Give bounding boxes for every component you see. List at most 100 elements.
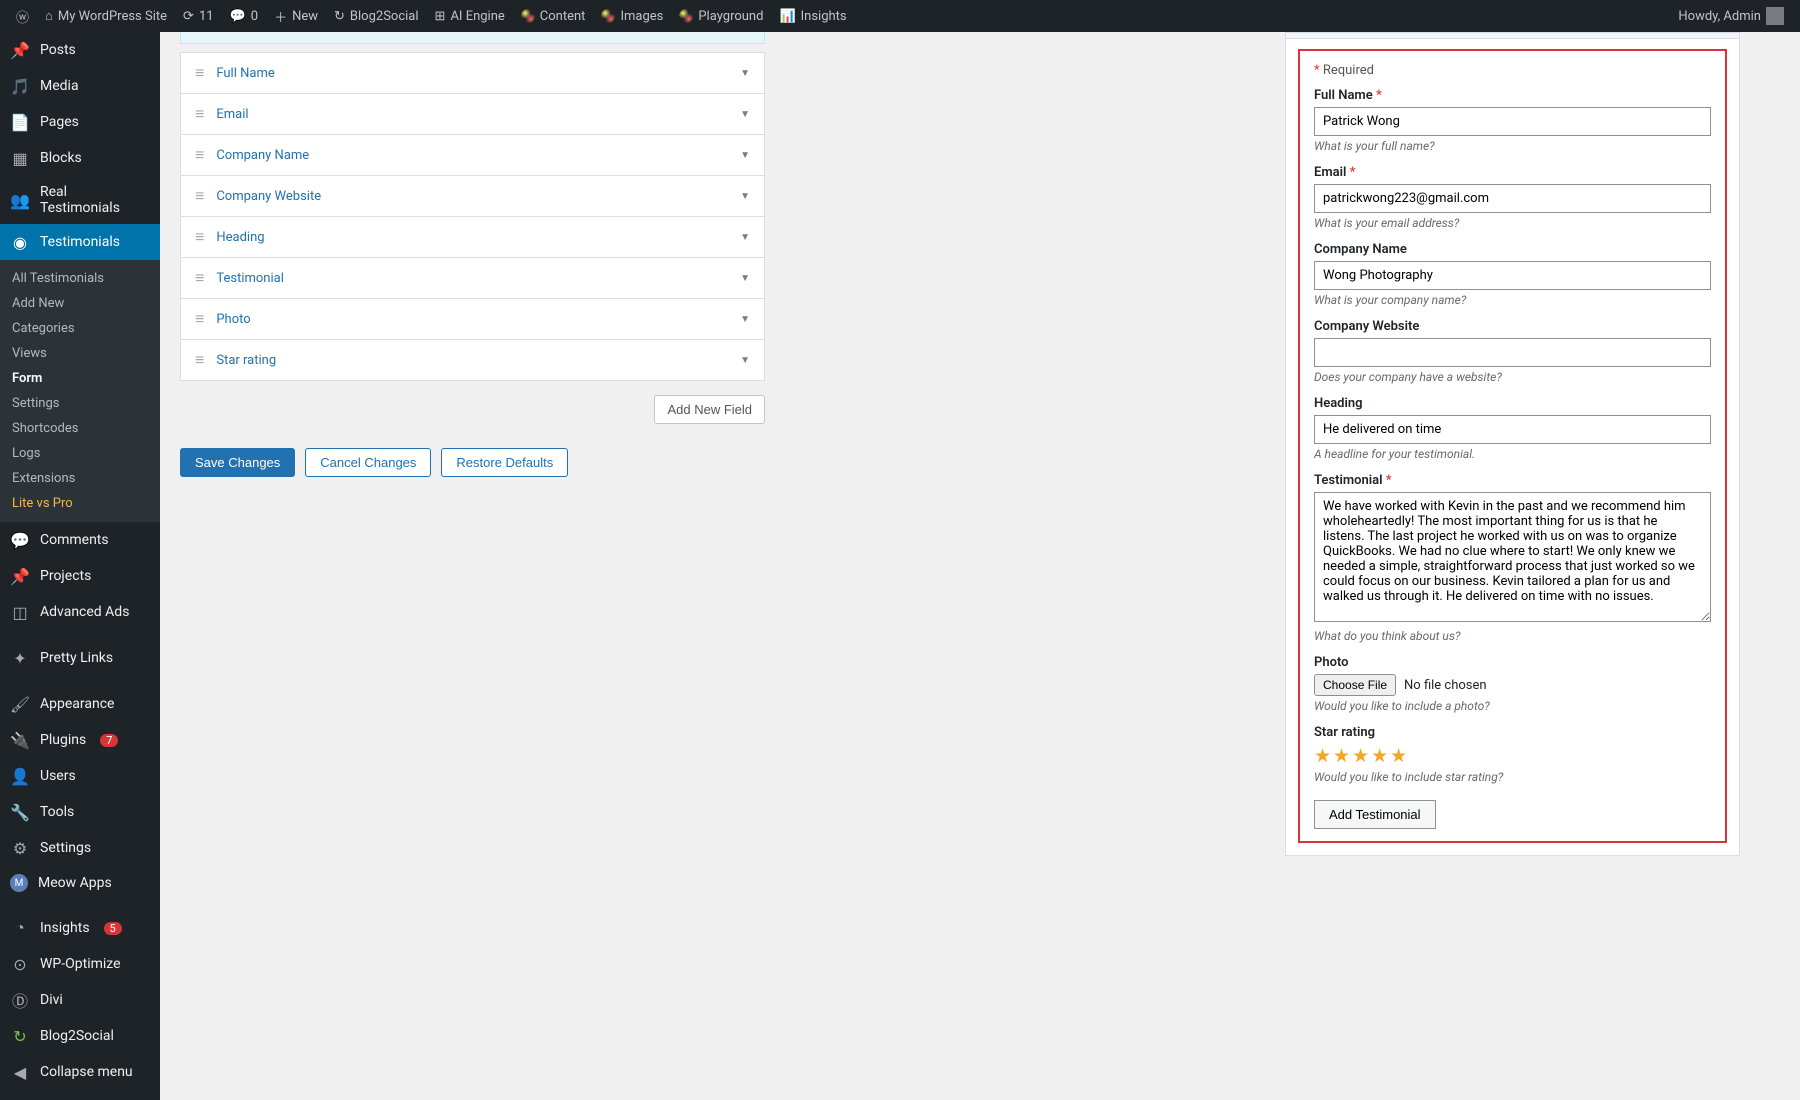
field-label: Full Name [216, 66, 274, 81]
submenu-add-new[interactable]: Add New [0, 291, 160, 316]
field-row[interactable]: ≡Star rating▼ [180, 339, 765, 381]
media-icon: 🎵 [10, 76, 30, 96]
menu-settings[interactable]: ⚙Settings [0, 830, 160, 866]
email-input[interactable] [1314, 184, 1711, 213]
menu-posts[interactable]: 📌Posts [0, 32, 160, 68]
menu-pretty-links[interactable]: ✦Pretty Links [0, 640, 160, 676]
brush-icon: 🖌 [10, 694, 30, 714]
insights-toolbar[interactable]: 📊Insights [771, 0, 854, 32]
menu-divi[interactable]: ⒹDivi [0, 982, 160, 1018]
company-website-input[interactable] [1314, 338, 1711, 367]
menu-real-testimonials[interactable]: 👥Real Testimonials [0, 176, 160, 224]
add-new-field-button[interactable]: Add New Field [654, 395, 765, 424]
testimonial-textarea[interactable] [1314, 492, 1711, 622]
menu-insights[interactable]: ◔Insights5 [0, 910, 160, 946]
ai-engine-toolbar[interactable]: ⊞AI Engine [427, 0, 513, 32]
drag-handle-icon[interactable]: ≡ [195, 268, 204, 288]
restore-defaults-button[interactable]: Restore Defaults [441, 448, 568, 477]
required-note: * Required [1314, 63, 1711, 78]
submenu-form[interactable]: Form [0, 366, 160, 391]
submenu-lite-vs-pro[interactable]: Lite vs Pro [0, 491, 160, 516]
dashboard-icon: ◉ [10, 232, 30, 252]
comments-link[interactable]: 💬0 [222, 0, 267, 32]
updates-link[interactable]: ⟳11 [175, 0, 222, 32]
admin-sidebar: 📌Posts 🎵Media 📄Pages ▦Blocks 👥Real Testi… [0, 32, 160, 1100]
drag-handle-icon[interactable]: ≡ [195, 350, 204, 370]
chevron-down-icon[interactable]: ▼ [740, 314, 750, 325]
choose-file-button[interactable]: Choose File [1314, 674, 1396, 696]
drag-handle-icon[interactable]: ≡ [195, 309, 204, 329]
company-name-input[interactable] [1314, 261, 1711, 290]
field-label: Photo [216, 312, 250, 327]
chevron-down-icon[interactable]: ▼ [740, 109, 750, 120]
menu-projects[interactable]: 📌Projects [0, 558, 160, 594]
menu-media[interactable]: 🎵Media [0, 68, 160, 104]
menu-appearance[interactable]: 🖌Appearance [0, 686, 160, 722]
menu-blocks[interactable]: ▦Blocks [0, 140, 160, 176]
menu-blog2social-side[interactable]: ↻Blog2Social [0, 1018, 160, 1054]
full-name-hint: What is your full name? [1314, 139, 1711, 153]
file-status: No file chosen [1404, 678, 1487, 693]
menu-advanced-ads[interactable]: ◫Advanced Ads [0, 594, 160, 630]
comment-icon: 💬 [10, 530, 30, 550]
company-website-hint: Does your company have a website? [1314, 370, 1711, 384]
add-testimonial-button[interactable]: Add Testimonial [1314, 800, 1436, 829]
menu-comments[interactable]: 💬Comments [0, 522, 160, 558]
submenu-all-testimonials[interactable]: All Testimonials [0, 266, 160, 291]
plugins-badge: 7 [100, 734, 118, 747]
main-content: ≡Full Name▼≡Email▼≡Company Name▼≡Company… [160, 32, 1800, 1100]
photo-label: Photo [1314, 655, 1711, 670]
new-content-link[interactable]: ＋New [266, 0, 326, 32]
field-row[interactable]: ≡ Full Name ▼ [180, 52, 765, 94]
submenu-shortcodes[interactable]: Shortcodes [0, 416, 160, 441]
field-label: Testimonial [216, 271, 284, 286]
blog2social-toolbar[interactable]: ↻Blog2Social [326, 0, 427, 32]
meow-icon: M [10, 874, 28, 892]
field-row[interactable]: ≡Company Name▼ [180, 134, 765, 176]
cancel-changes-button[interactable]: Cancel Changes [305, 448, 431, 477]
star-rating-input[interactable]: ★★★★★ [1314, 744, 1711, 767]
content-toolbar[interactable]: Content [513, 0, 594, 32]
menu-users[interactable]: 👤Users [0, 758, 160, 794]
save-changes-button[interactable]: Save Changes [180, 448, 295, 477]
menu-plugins[interactable]: 🔌Plugins7 [0, 722, 160, 758]
plugin-icon: 🔌 [10, 730, 30, 750]
chevron-down-icon[interactable]: ▼ [740, 68, 750, 79]
images-toolbar[interactable]: Images [593, 0, 671, 32]
submenu-logs[interactable]: Logs [0, 441, 160, 466]
menu-wp-optimize[interactable]: ⊙WP-Optimize [0, 946, 160, 982]
chevron-down-icon[interactable]: ▼ [740, 232, 750, 243]
star-icon: ✦ [10, 648, 30, 668]
drag-handle-icon[interactable]: ≡ [195, 227, 204, 247]
testimonial-hint: What do you think about us? [1314, 629, 1711, 643]
drag-handle-icon[interactable]: ≡ [195, 104, 204, 124]
chevron-down-icon[interactable]: ▼ [740, 355, 750, 366]
drag-handle-icon[interactable]: ≡ [195, 63, 204, 83]
submenu-extensions[interactable]: Extensions [0, 466, 160, 491]
playground-toolbar[interactable]: Playground [671, 0, 771, 32]
menu-pages[interactable]: 📄Pages [0, 104, 160, 140]
submenu-views[interactable]: Views [0, 341, 160, 366]
submenu-categories[interactable]: Categories [0, 316, 160, 341]
drag-handle-icon[interactable]: ≡ [195, 186, 204, 206]
field-row[interactable]: ≡Email▼ [180, 93, 765, 135]
field-row[interactable]: ≡ Testimonial ▼ [180, 257, 765, 299]
star-rating-label: Star rating [1314, 725, 1711, 740]
menu-meow-apps[interactable]: MMeow Apps [0, 866, 160, 900]
chevron-down-icon[interactable]: ▼ [740, 273, 750, 284]
chevron-down-icon[interactable]: ▼ [740, 191, 750, 202]
drag-handle-icon[interactable]: ≡ [195, 145, 204, 165]
chevron-down-icon[interactable]: ▼ [740, 150, 750, 161]
menu-tools[interactable]: 🔧Tools [0, 794, 160, 830]
site-name-link[interactable]: ⌂My WordPress Site [37, 0, 175, 32]
field-row[interactable]: ≡ Photo ▼ [180, 298, 765, 340]
wp-logo[interactable]: ⓦ [8, 0, 37, 32]
submenu-settings[interactable]: Settings [0, 391, 160, 416]
full-name-input[interactable] [1314, 107, 1711, 136]
field-row[interactable]: ≡Company Website▼ [180, 175, 765, 217]
field-row[interactable]: ≡Heading▼ [180, 216, 765, 258]
howdy-user[interactable]: Howdy, Admin [1670, 7, 1792, 25]
menu-testimonials[interactable]: ◉Testimonials [0, 224, 160, 260]
collapse-menu[interactable]: ◀Collapse menu [0, 1054, 160, 1090]
heading-input[interactable] [1314, 415, 1711, 444]
